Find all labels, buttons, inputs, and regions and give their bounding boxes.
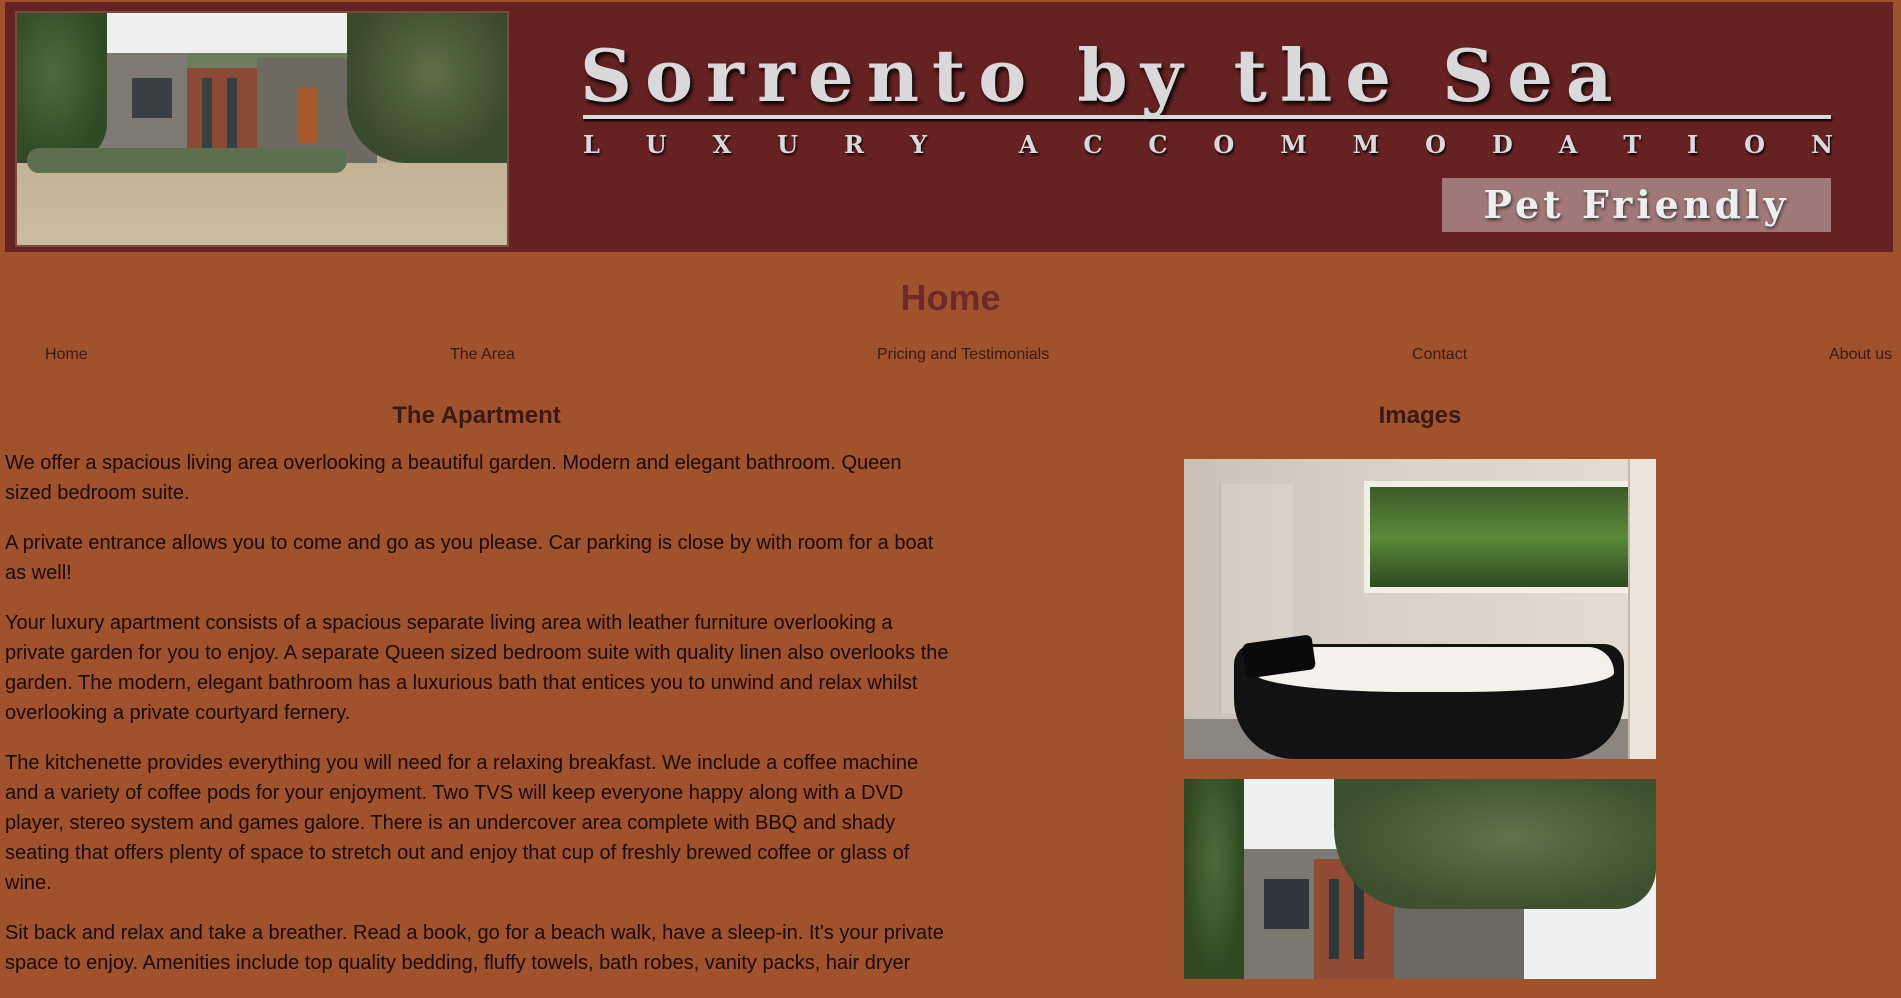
page-title: Home — [900, 277, 1001, 318]
banner-subtitle-letter: O — [1213, 130, 1235, 159]
main-nav: Home The Area Pricing and Testimonials C… — [0, 346, 1901, 366]
banner-subtitle-letter: O — [1744, 130, 1766, 159]
banner-subtitle-letter: R — [844, 130, 864, 159]
banner-subtitle-letter: U — [645, 130, 667, 159]
apartment-paragraph: A private entrance allows you to come an… — [5, 532, 934, 584]
banner-divider — [583, 115, 1831, 119]
apartment-description: We offer a spacious living area overlook… — [5, 448, 950, 998]
nav-link-home[interactable]: Home — [45, 346, 88, 364]
apartment-paragraph: We offer a spacious living area overlook… — [5, 452, 902, 504]
banner-subtitle-letter: O — [1425, 130, 1447, 159]
house-exterior-photo[interactable] — [1184, 779, 1656, 979]
banner-subtitle-letter: I — [1686, 130, 1699, 159]
bathroom-photo[interactable] — [1184, 459, 1656, 759]
site-banner: Sorrento by the Sea L U X U R Y A C C O … — [5, 2, 1893, 252]
nav-link-contact[interactable]: Contact — [1412, 346, 1467, 364]
banner-subtitle-letter: C — [1148, 130, 1168, 159]
apartment-heading: The Apartment — [392, 402, 561, 429]
banner-subtitle-letter: Y — [909, 130, 927, 159]
banner-subtitle-letter: D — [1491, 130, 1513, 159]
banner-subtitle-letter: T — [1623, 130, 1642, 159]
nav-link-about-us[interactable]: About us — [1829, 346, 1892, 364]
banner-subtitle-letter: C — [1083, 130, 1103, 159]
banner-subtitle-letter: U — [777, 130, 799, 159]
nav-link-the-area[interactable]: The Area — [450, 346, 515, 364]
banner-subtitle-letter: X — [712, 130, 732, 159]
banner-subtitle-letter: A — [1558, 130, 1578, 159]
banner-subtitle: L U X U R Y A C C O M M O D A T I O N — [583, 130, 1833, 159]
apartment-paragraph: Your luxury apartment consists of a spac… — [5, 612, 949, 724]
apartment-paragraph: Sit back and relax and take a breather. … — [5, 922, 944, 974]
banner-subtitle-letter: L — [583, 130, 600, 159]
banner-subtitle-letter: A — [1018, 130, 1038, 159]
banner-subtitle-letter: N — [1810, 130, 1833, 159]
pet-friendly-badge: Pet Friendly — [1442, 178, 1831, 232]
images-heading: Images — [1378, 402, 1462, 429]
banner-subtitle-letter: M — [1352, 130, 1380, 159]
apartment-paragraph: The kitchenette provides everything you … — [5, 752, 919, 894]
banner-house-photo — [15, 11, 509, 247]
nav-link-pricing-testimonials[interactable]: Pricing and Testimonials — [877, 346, 1049, 364]
banner-title: Sorrento by the Sea — [580, 33, 1626, 118]
banner-subtitle-letter: M — [1280, 130, 1307, 159]
